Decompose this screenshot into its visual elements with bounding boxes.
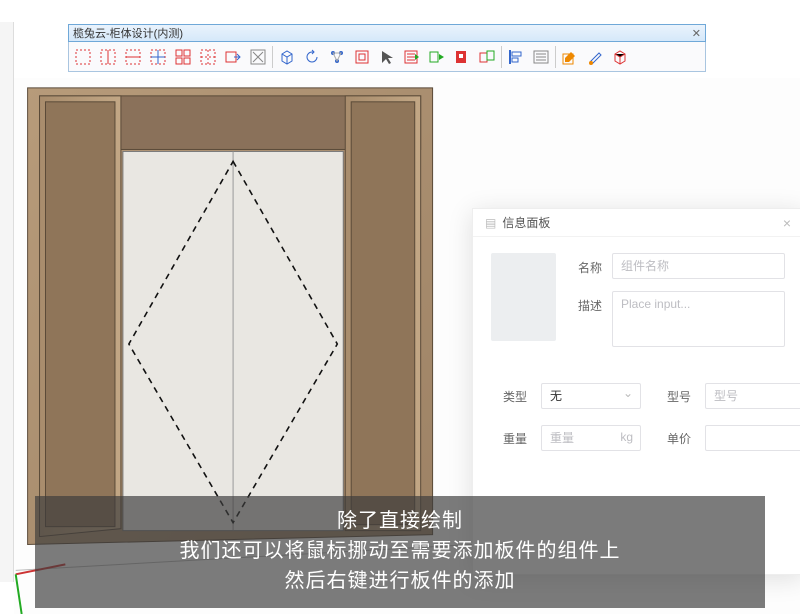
subtitle-line-3: 然后右键进行板件的添加 bbox=[39, 566, 761, 596]
tool-list-red[interactable] bbox=[400, 45, 424, 69]
subtitle-line-2: 我们还可以将鼠标挪动至需要添加板件的组件上 bbox=[39, 536, 761, 566]
tool-cube[interactable] bbox=[275, 45, 299, 69]
model-label: 型号 bbox=[655, 388, 691, 405]
weight-label: 重量 bbox=[491, 430, 527, 447]
panel-icon: ▤ bbox=[485, 216, 496, 230]
plugin-toolbar bbox=[68, 42, 706, 72]
tool-brush[interactable] bbox=[583, 45, 607, 69]
close-icon[interactable]: × bbox=[783, 215, 791, 231]
toolbar-separator bbox=[501, 46, 502, 68]
component-thumbnail bbox=[491, 253, 556, 341]
name-input[interactable] bbox=[612, 253, 785, 279]
name-label: 名称 bbox=[574, 253, 602, 276]
price-input[interactable] bbox=[705, 425, 800, 451]
subtitle-line-1: 除了直接绘制 bbox=[39, 506, 761, 536]
tool-list-lines[interactable] bbox=[529, 45, 553, 69]
subtitle-overlay: 除了直接绘制 我们还可以将鼠标挪动至需要添加板件的组件上 然后右键进行板件的添加 bbox=[35, 496, 765, 608]
tool-rect-vert[interactable] bbox=[96, 45, 120, 69]
tool-arrow-right-box[interactable] bbox=[221, 45, 245, 69]
tool-undo[interactable] bbox=[300, 45, 324, 69]
tool-box-swap[interactable] bbox=[475, 45, 499, 69]
tool-rect-center[interactable] bbox=[146, 45, 170, 69]
tool-crop[interactable] bbox=[350, 45, 374, 69]
info-panel-title: 信息面板 bbox=[502, 214, 550, 231]
info-panel-header: ▤ 信息面板 × bbox=[473, 209, 800, 237]
tool-grid-dashed[interactable] bbox=[196, 45, 220, 69]
tool-grid-2x2[interactable] bbox=[171, 45, 195, 69]
tool-x-box[interactable] bbox=[246, 45, 270, 69]
tool-box-red[interactable] bbox=[450, 45, 474, 69]
tool-rect-dashed[interactable] bbox=[71, 45, 95, 69]
type-select[interactable]: 无 bbox=[541, 383, 641, 409]
tool-cube-red[interactable] bbox=[608, 45, 632, 69]
tool-cursor[interactable] bbox=[375, 45, 399, 69]
close-icon[interactable]: ✕ bbox=[692, 27, 701, 40]
sketchup-left-toolbar bbox=[0, 22, 14, 582]
tool-rect-horiz[interactable] bbox=[121, 45, 145, 69]
desc-label: 描述 bbox=[574, 291, 602, 314]
plugin-title: 榄兔云-柜体设计(内测) bbox=[73, 25, 183, 41]
plugin-titlebar: 榄兔云-柜体设计(内测) ✕ bbox=[68, 24, 706, 42]
tool-play-green[interactable] bbox=[425, 45, 449, 69]
desc-input[interactable] bbox=[612, 291, 785, 347]
type-label: 类型 bbox=[491, 388, 527, 405]
tool-nodes[interactable] bbox=[325, 45, 349, 69]
type-select-wrap: 无 bbox=[541, 383, 641, 409]
toolbar-separator bbox=[272, 46, 273, 68]
tool-align-left[interactable] bbox=[504, 45, 528, 69]
model-input[interactable] bbox=[705, 383, 800, 409]
price-label: 单价 bbox=[655, 430, 691, 447]
toolbar-separator bbox=[555, 46, 556, 68]
weight-unit: kg bbox=[620, 430, 633, 444]
tool-edit-orange[interactable] bbox=[558, 45, 582, 69]
